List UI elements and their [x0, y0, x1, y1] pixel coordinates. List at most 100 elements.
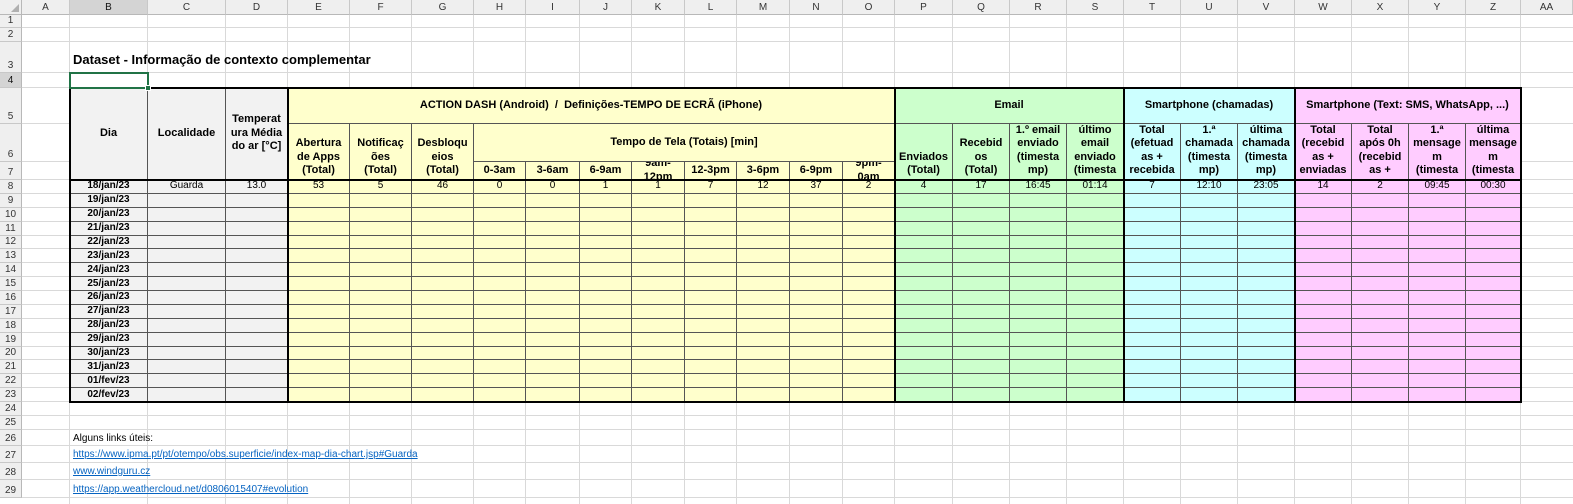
row-header-17[interactable]: 17	[0, 304, 22, 319]
cell-W11[interactable]	[1295, 221, 1352, 236]
cell-N15[interactable]	[790, 277, 843, 291]
cell-I18[interactable]	[526, 318, 580, 333]
cell-O16[interactable]	[843, 291, 895, 305]
cell-K15[interactable]	[632, 277, 685, 291]
cell-I13[interactable]	[526, 249, 580, 264]
cell-D9[interactable]	[226, 193, 288, 208]
cell-U13[interactable]	[1181, 249, 1238, 264]
cell-F8[interactable]: 5	[350, 180, 412, 194]
cell-I23[interactable]	[526, 388, 580, 402]
cell-K18[interactable]	[632, 318, 685, 333]
cell-Y19[interactable]	[1409, 332, 1466, 347]
cell-E21[interactable]	[288, 360, 350, 375]
cell-L15[interactable]	[685, 277, 737, 291]
cell-L9[interactable]	[685, 193, 737, 208]
cell-C10[interactable]	[148, 207, 226, 222]
cell-R12[interactable]	[1010, 235, 1067, 250]
cell-M11[interactable]	[737, 221, 790, 236]
cell-F19[interactable]	[350, 332, 412, 347]
cell-F14[interactable]	[350, 263, 412, 278]
cell-T9[interactable]	[1124, 193, 1181, 208]
cell-Z13[interactable]	[1466, 249, 1521, 264]
select-all-corner[interactable]	[0, 0, 22, 15]
cell-W18[interactable]	[1295, 318, 1352, 333]
cell-J16[interactable]	[580, 291, 632, 305]
row-header-6[interactable]: 6	[0, 124, 22, 162]
cell-Z12[interactable]	[1466, 235, 1521, 250]
cell-D10[interactable]	[226, 207, 288, 222]
cell-B19[interactable]: 29/jan/23	[70, 332, 148, 347]
cell-C15[interactable]	[148, 277, 226, 291]
cell-Z22[interactable]	[1466, 374, 1521, 389]
cell-O14[interactable]	[843, 263, 895, 278]
cell-Z17[interactable]	[1466, 304, 1521, 319]
cell-B8[interactable]: 18/jan/23	[70, 180, 148, 194]
cell-V22[interactable]	[1238, 374, 1295, 389]
cell-D14[interactable]	[226, 263, 288, 278]
cell-Z21[interactable]	[1466, 360, 1521, 375]
cell-N11[interactable]	[790, 221, 843, 236]
cell-P10[interactable]	[895, 207, 953, 222]
cell-N19[interactable]	[790, 332, 843, 347]
column-header-U[interactable]: U	[1181, 0, 1238, 15]
cell-N9[interactable]	[790, 193, 843, 208]
row-header-21[interactable]: 21	[0, 360, 22, 375]
column-header-R[interactable]: R	[1010, 0, 1067, 15]
cell-P18[interactable]	[895, 318, 953, 333]
column-header-I[interactable]: I	[526, 0, 580, 15]
cell-Q15[interactable]	[953, 277, 1010, 291]
cell-C14[interactable]	[148, 263, 226, 278]
header-desbloqueios[interactable]: Desbloqu eios (Total)	[412, 124, 474, 180]
cell-D13[interactable]	[226, 249, 288, 264]
cell-I10[interactable]	[526, 207, 580, 222]
cell-Q13[interactable]	[953, 249, 1010, 264]
cell-H19[interactable]	[474, 332, 526, 347]
cell-C18[interactable]	[148, 318, 226, 333]
cell-C16[interactable]	[148, 291, 226, 305]
cell-E15[interactable]	[288, 277, 350, 291]
column-header-X[interactable]: X	[1352, 0, 1409, 15]
cell-X17[interactable]	[1352, 304, 1409, 319]
cell-P13[interactable]	[895, 249, 953, 264]
cell-G21[interactable]	[412, 360, 474, 375]
cell-U8[interactable]: 12:10	[1181, 180, 1238, 194]
cell-U14[interactable]	[1181, 263, 1238, 278]
cell-E9[interactable]	[288, 193, 350, 208]
cell-J18[interactable]	[580, 318, 632, 333]
cell-X20[interactable]	[1352, 346, 1409, 361]
cell-L8[interactable]: 7	[685, 180, 737, 194]
cell-O22[interactable]	[843, 374, 895, 389]
cell-J17[interactable]	[580, 304, 632, 319]
cell-T18[interactable]	[1124, 318, 1181, 333]
cell-Z9[interactable]	[1466, 193, 1521, 208]
cell-R19[interactable]	[1010, 332, 1067, 347]
cell-U10[interactable]	[1181, 207, 1238, 222]
cell-S15[interactable]	[1067, 277, 1124, 291]
header-t-0-3am[interactable]: 0-3am	[474, 162, 526, 180]
cell-H17[interactable]	[474, 304, 526, 319]
cell-M13[interactable]	[737, 249, 790, 264]
cell-R13[interactable]	[1010, 249, 1067, 264]
header-chamada-ultima[interactable]: última chamada (timesta mp)	[1238, 124, 1295, 180]
cell-U19[interactable]	[1181, 332, 1238, 347]
header-chamadas-total[interactable]: Total (efetuad as + recebida	[1124, 124, 1181, 180]
cell-I19[interactable]	[526, 332, 580, 347]
link-windguru[interactable]: www.windguru.cz	[70, 463, 670, 480]
cell-E23[interactable]	[288, 388, 350, 402]
cell-M14[interactable]	[737, 263, 790, 278]
cell-J15[interactable]	[580, 277, 632, 291]
cell-T14[interactable]	[1124, 263, 1181, 278]
sheet-title[interactable]: Dataset - Informação de contexto complem…	[70, 42, 590, 73]
cell-E17[interactable]	[288, 304, 350, 319]
cell-J8[interactable]: 1	[580, 180, 632, 194]
cell-B14[interactable]: 24/jan/23	[70, 263, 148, 278]
cell-U17[interactable]	[1181, 304, 1238, 319]
cell-U16[interactable]	[1181, 291, 1238, 305]
cell-F13[interactable]	[350, 249, 412, 264]
cell-X12[interactable]	[1352, 235, 1409, 250]
cell-W22[interactable]	[1295, 374, 1352, 389]
cell-Q12[interactable]	[953, 235, 1010, 250]
cell-Q19[interactable]	[953, 332, 1010, 347]
column-header-M[interactable]: M	[737, 0, 790, 15]
cell-Y9[interactable]	[1409, 193, 1466, 208]
